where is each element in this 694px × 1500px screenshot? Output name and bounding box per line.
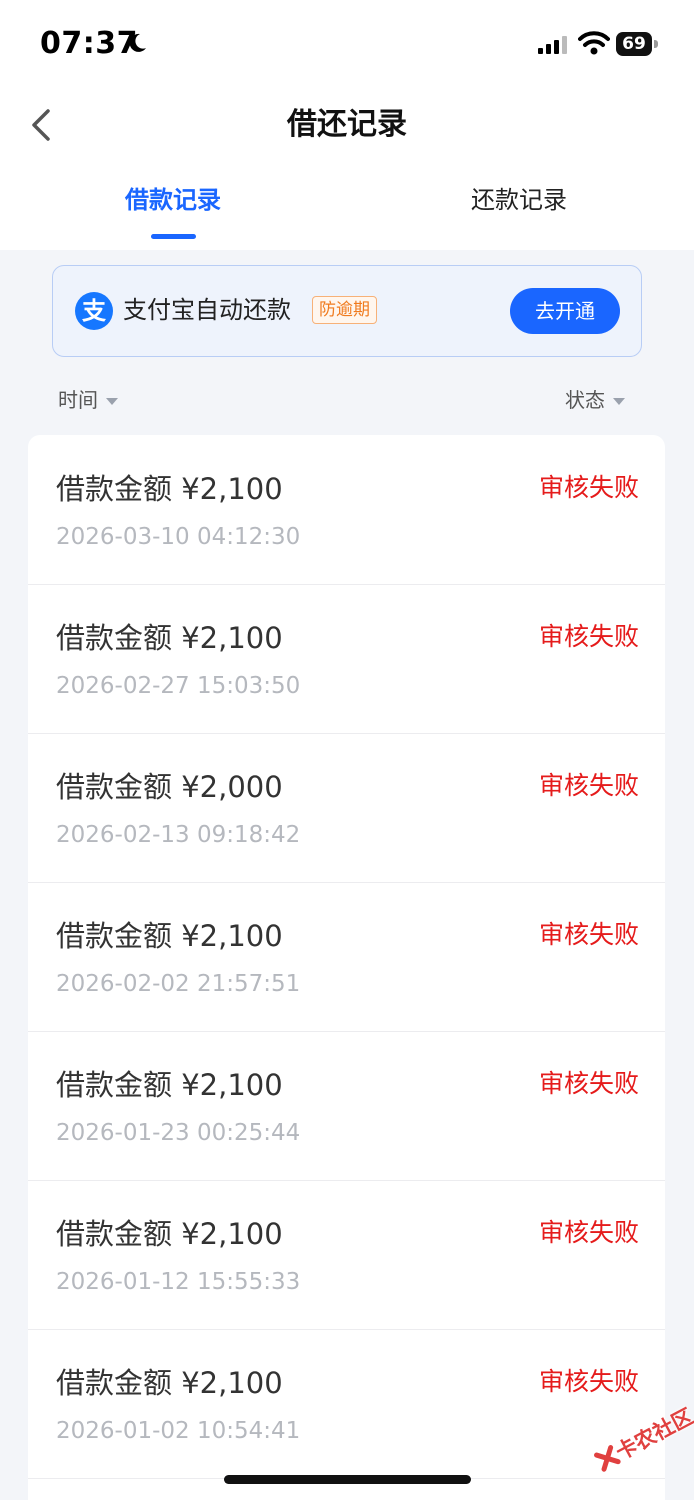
nav-bar: 借还记录 bbox=[0, 95, 694, 155]
time-filter-label: 时间 bbox=[58, 388, 98, 412]
record-amount: 借款金额 ¥2,100 bbox=[56, 1366, 283, 1400]
wifi-icon bbox=[578, 31, 610, 55]
record-amount: 借款金额 ¥2,100 bbox=[56, 621, 283, 655]
record-amount: 借款金额 ¥2,100 bbox=[56, 919, 283, 953]
record-amount: 借款金额 ¥2,100 bbox=[56, 1217, 283, 1251]
battery-icon: 69 bbox=[616, 32, 658, 56]
records-list: 借款金额 ¥2,100 审核失败 2026-03-10 04:12:30 借款金… bbox=[28, 435, 665, 1500]
record-status: 审核失败 bbox=[538, 473, 639, 502]
home-indicator bbox=[224, 1475, 471, 1484]
list-item[interactable]: 借款金额 ¥2,100 审核失败 2026-02-27 15:03:50 bbox=[28, 584, 665, 734]
watermark-text: 卡农社区 bbox=[611, 1404, 694, 1465]
battery-cap bbox=[654, 40, 658, 48]
status-bar: 07:37 69 bbox=[0, 0, 694, 90]
filter-bar: 时间 状态 bbox=[0, 380, 694, 420]
banner-tag: 防逾期 bbox=[312, 296, 377, 324]
record-status: 审核失败 bbox=[538, 1218, 639, 1247]
tab-bar: 借款记录 还款记录 bbox=[0, 175, 694, 245]
list-item[interactable]: 借款金额 ¥2,100 审核失败 2026-03-10 04:12:30 bbox=[28, 435, 665, 585]
record-amount: 借款金额 ¥2,000 bbox=[56, 770, 283, 804]
record-amount: 借款金额 ¥2,100 bbox=[56, 1068, 283, 1102]
status-time: 07:37 bbox=[40, 26, 138, 61]
battery-level: 69 bbox=[616, 32, 652, 56]
list-item[interactable]: 借款金额 ¥2,100 审核失败 2026-01-12 15:55:33 bbox=[28, 1180, 665, 1330]
tab-repay-records[interactable]: 还款记录 bbox=[446, 183, 592, 217]
record-status: 审核失败 bbox=[538, 1367, 639, 1396]
moon-icon bbox=[129, 33, 146, 52]
status-filter[interactable]: 状态 bbox=[565, 386, 625, 414]
record-status: 审核失败 bbox=[538, 1069, 639, 1098]
cellular-signal-icon bbox=[538, 36, 567, 54]
list-item[interactable]: 借款金额 ¥2,000 审核失败 2026-02-13 09:18:42 bbox=[28, 733, 665, 883]
alipay-logo-icon: 支 bbox=[75, 292, 113, 330]
record-status: 审核失败 bbox=[538, 622, 639, 651]
record-date: 2026-03-10 04:12:30 bbox=[56, 524, 301, 550]
record-date: 2026-02-27 15:03:50 bbox=[56, 673, 301, 699]
caret-down-icon bbox=[106, 398, 118, 405]
status-filter-label: 状态 bbox=[565, 388, 605, 412]
caret-down-icon bbox=[613, 398, 625, 405]
time-filter[interactable]: 时间 bbox=[58, 386, 118, 414]
record-status: 审核失败 bbox=[538, 771, 639, 800]
record-date: 2026-02-13 09:18:42 bbox=[56, 822, 301, 848]
record-date: 2026-02-02 21:57:51 bbox=[56, 971, 301, 997]
banner-text: 支付宝自动还款 bbox=[123, 296, 291, 324]
record-date: 2026-01-23 00:25:44 bbox=[56, 1120, 301, 1146]
record-date: 2026-01-02 10:54:41 bbox=[56, 1418, 301, 1444]
activate-button[interactable]: 去开通 bbox=[510, 288, 620, 334]
page-title: 借还记录 bbox=[287, 107, 407, 142]
list-item[interactable]: 借款金额 ¥2,100 审核失败 2026-01-02 10:54:41 bbox=[28, 1329, 665, 1479]
record-status: 审核失败 bbox=[538, 920, 639, 949]
list-item[interactable]: 借款金额 ¥2,100 审核失败 2026-02-02 21:57:51 bbox=[28, 882, 665, 1032]
record-amount: 借款金额 ¥2,100 bbox=[56, 472, 283, 506]
tab-borrow-records[interactable]: 借款记录 bbox=[100, 183, 246, 217]
record-date: 2026-01-12 15:55:33 bbox=[56, 1269, 301, 1295]
alipay-autopay-banner[interactable]: 支 支付宝自动还款 防逾期 去开通 bbox=[52, 265, 642, 357]
list-item[interactable]: 借款金额 ¥2,100 审核失败 2026-01-23 00:25:44 bbox=[28, 1031, 665, 1181]
active-tab-indicator bbox=[151, 234, 196, 239]
